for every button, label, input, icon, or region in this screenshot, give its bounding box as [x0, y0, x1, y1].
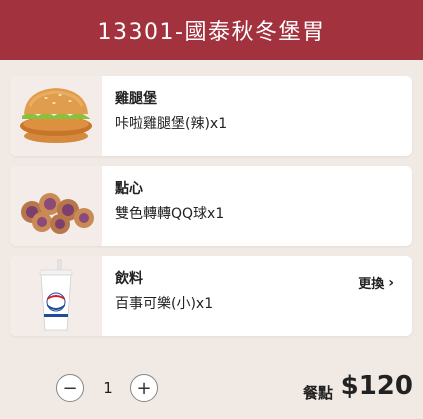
- quantity-value: 1: [103, 379, 113, 397]
- order-footer: − 1 + 餐點 $120: [0, 365, 423, 413]
- plus-icon: +: [136, 377, 152, 399]
- combo-item-drink: 飲料 百事可樂(小)x1 更換 ›: [10, 256, 412, 336]
- change-drink-button[interactable]: 更換 ›: [358, 273, 394, 293]
- change-label: 更換: [358, 277, 385, 292]
- item-category-label: 點心: [115, 181, 143, 197]
- item-description: 咔啦雞腿堡(辣)x1: [115, 116, 228, 132]
- minus-icon: −: [62, 377, 78, 399]
- item-description: 雙色轉轉QQ球x1: [115, 206, 225, 222]
- header-bar: 13301-國泰秋冬堡胃: [0, 0, 423, 60]
- combo-item-burger: 雞腿堡 咔啦雞腿堡(辣)x1: [10, 76, 412, 156]
- qq-balls-image: [10, 166, 102, 246]
- item-category-label: 雞腿堡: [115, 91, 157, 107]
- item-description: 百事可樂(小)x1: [115, 296, 214, 312]
- total-price: $120: [340, 371, 413, 401]
- increase-quantity-button[interactable]: +: [130, 374, 158, 402]
- price-label: 餐點: [303, 384, 334, 402]
- pepsi-cup-image: [10, 256, 102, 336]
- chicken-burger-image: [10, 76, 102, 156]
- page-title: 13301-國泰秋冬堡胃: [97, 20, 326, 45]
- item-category-label: 飲料: [115, 271, 143, 287]
- combo-item-snack: 點心 雙色轉轉QQ球x1: [10, 166, 412, 246]
- chevron-right-icon: ›: [388, 274, 394, 291]
- decrease-quantity-button[interactable]: −: [56, 374, 84, 402]
